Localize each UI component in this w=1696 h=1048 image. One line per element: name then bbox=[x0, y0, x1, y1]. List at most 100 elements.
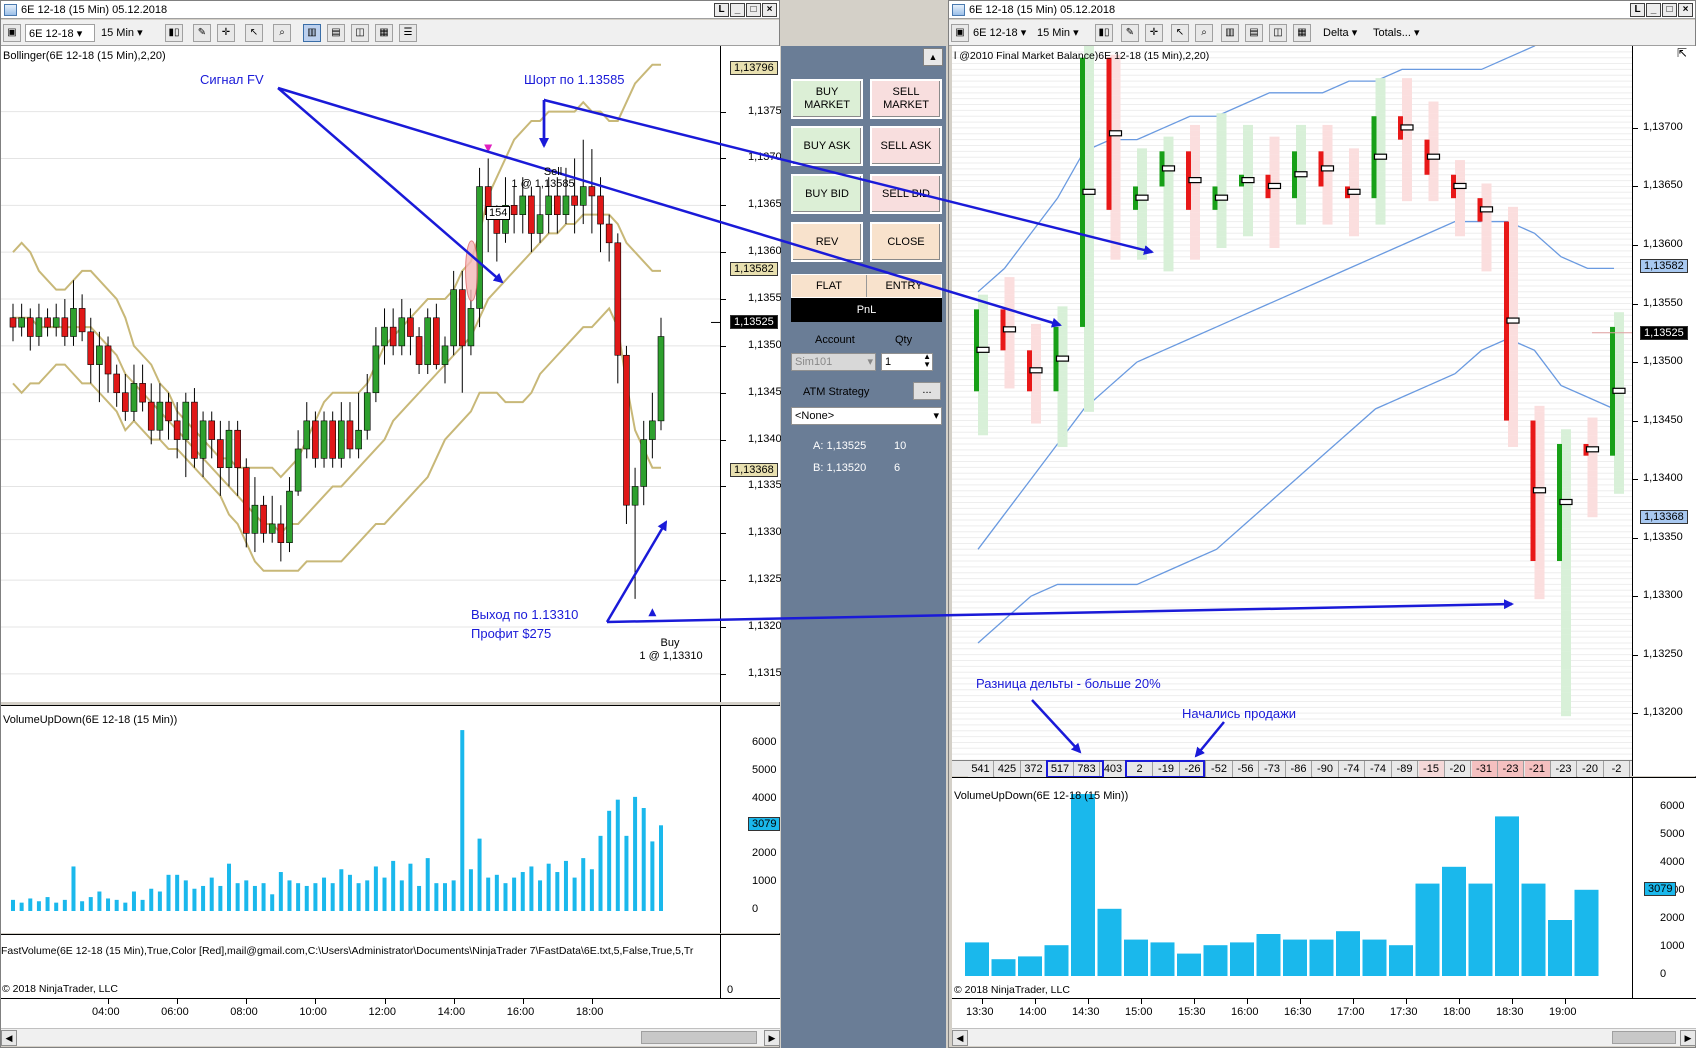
maximize-button[interactable]: □ bbox=[746, 3, 761, 17]
link-button[interactable]: L bbox=[714, 3, 729, 17]
panel-scroll-up[interactable]: ▲ bbox=[923, 48, 943, 66]
collapse-icon[interactable]: ⇱ bbox=[1677, 46, 1693, 62]
candle-body bbox=[562, 195, 570, 215]
close-window-button[interactable]: × bbox=[1678, 3, 1693, 17]
footprint-cell bbox=[1137, 148, 1147, 155]
left-hscrollbar[interactable]: ◀ ▶ bbox=[1, 1028, 780, 1046]
footprint-cell bbox=[978, 423, 988, 430]
draw-pencil-icon[interactable]: ✎ bbox=[193, 24, 211, 42]
minimize-button[interactable]: _ bbox=[730, 3, 745, 17]
right-hscrollbar[interactable]: ◀ ▶ bbox=[952, 1028, 1696, 1046]
zoom-icon[interactable]: ⌕ bbox=[1195, 24, 1213, 42]
volume-bar bbox=[607, 810, 612, 911]
buy-market-button[interactable]: BUY MARKET bbox=[791, 79, 863, 119]
footprint-cell bbox=[1375, 130, 1386, 137]
bar-type-icon[interactable]: ▮▯ bbox=[1095, 24, 1113, 42]
footprint-cell bbox=[1296, 160, 1306, 167]
footprint-cell bbox=[1481, 201, 1492, 208]
footprint-cell bbox=[1084, 241, 1094, 248]
footprint-cell bbox=[1163, 183, 1174, 190]
qty-stepper-icon[interactable]: ▲ ▼ bbox=[923, 353, 931, 369]
qty-input[interactable]: 1 ▲ ▼ bbox=[881, 353, 933, 371]
pointer-icon[interactable]: ↖ bbox=[1171, 24, 1189, 42]
delta-select[interactable]: Delta ▾ bbox=[1323, 24, 1357, 42]
right-instrument-select[interactable]: 6E 12-18 ▾ bbox=[973, 24, 1033, 42]
indicators-icon[interactable]: ◫ bbox=[351, 24, 369, 42]
footprint-cell bbox=[1534, 558, 1545, 565]
delta-cell: -73 bbox=[1259, 761, 1286, 777]
minimize-button[interactable]: _ bbox=[1646, 3, 1661, 17]
footprint-cell bbox=[1084, 95, 1094, 102]
scroll-right-arrow[interactable]: ▶ bbox=[764, 1030, 780, 1046]
left-instrument-select[interactable]: 6E 12-18 ▾ bbox=[25, 24, 95, 42]
volume-bar bbox=[80, 901, 85, 911]
sell-market-button[interactable]: SELL MARKET bbox=[870, 79, 942, 119]
footprint-cell bbox=[1534, 575, 1545, 582]
scroll-left-arrow[interactable]: ◀ bbox=[1, 1030, 17, 1046]
bar-type-icon[interactable]: ▮▯ bbox=[165, 24, 183, 42]
footprint-cell bbox=[1561, 593, 1571, 600]
link-button[interactable]: L bbox=[1630, 3, 1645, 17]
candle-body bbox=[130, 383, 138, 412]
strategies-icon[interactable]: ▦ bbox=[1293, 24, 1311, 42]
poc-box bbox=[1506, 317, 1520, 324]
close-window-button[interactable]: × bbox=[762, 3, 777, 17]
delta-cell: -89 bbox=[1392, 761, 1418, 777]
left-interval-select[interactable]: 15 Min ▾ bbox=[101, 24, 161, 42]
candle-body bbox=[277, 523, 285, 543]
volume-bar bbox=[1574, 889, 1599, 976]
sell-ask-button[interactable]: SELL ASK bbox=[870, 126, 942, 166]
footprint-cell bbox=[1216, 230, 1227, 237]
sell-bid-button[interactable]: SELL BID bbox=[870, 174, 942, 214]
y-axis-tick bbox=[721, 627, 726, 629]
right-volume-pane[interactable]: VolumeUpDown(6E 12-18 (15 Min)) © 2018 N… bbox=[952, 777, 1632, 998]
poc-box bbox=[1188, 177, 1202, 184]
close-position-button[interactable]: CLOSE bbox=[870, 222, 942, 262]
footprint-cell bbox=[1216, 224, 1227, 231]
volume-bar bbox=[650, 841, 655, 911]
right-interval-select[interactable]: 15 Min ▾ bbox=[1037, 24, 1091, 42]
data-box-icon[interactable]: ▤ bbox=[1245, 24, 1263, 42]
indicators-icon[interactable]: ◫ bbox=[1269, 24, 1287, 42]
data-box-icon[interactable]: ▤ bbox=[327, 24, 345, 42]
footprint-cell bbox=[1137, 247, 1147, 254]
scroll-thumb[interactable] bbox=[641, 1031, 757, 1044]
ask-size: 10 bbox=[894, 440, 907, 452]
y-axis-tick bbox=[1633, 186, 1638, 188]
new-chart-icon[interactable]: ▣ bbox=[951, 24, 969, 42]
zoom-icon[interactable]: ⌕ bbox=[273, 24, 291, 42]
footprint-cell bbox=[1561, 493, 1571, 500]
left-price-pane[interactable]: Bollinger(6E 12-18 (15 Min),2,20) bbox=[1, 46, 720, 702]
candle-body bbox=[649, 420, 656, 440]
pointer-icon[interactable]: ↖ bbox=[245, 24, 263, 42]
atm-more-button[interactable]: ... bbox=[913, 382, 941, 400]
candle-body bbox=[554, 195, 561, 215]
footprint-cell bbox=[1004, 341, 1015, 348]
rev-button[interactable]: REV bbox=[791, 222, 863, 262]
footprint-cell bbox=[978, 306, 988, 313]
chart-trader-icon[interactable]: ▥ bbox=[303, 24, 321, 42]
strategies-icon[interactable]: ▦ bbox=[375, 24, 393, 42]
properties-icon[interactable]: ☰ bbox=[399, 24, 417, 42]
volume-bar bbox=[633, 796, 638, 911]
footprint-cell bbox=[1561, 628, 1571, 635]
account-select[interactable]: Sim101 ▾ bbox=[791, 353, 876, 371]
crosshair-icon[interactable]: ✛ bbox=[1145, 24, 1163, 42]
chart-trader-icon[interactable]: ▥ bbox=[1221, 24, 1239, 42]
buy-bid-button[interactable]: BUY BID bbox=[791, 174, 863, 214]
scroll-thumb[interactable] bbox=[1612, 1031, 1676, 1044]
left-volume-pane[interactable]: VolumeUpDown(6E 12-18 (15 Min)) bbox=[1, 705, 720, 933]
crosshair-icon[interactable]: ✛ bbox=[217, 24, 235, 42]
buy-ask-button[interactable]: BUY ASK bbox=[791, 126, 863, 166]
right-price-pane[interactable]: l @2010 Final Market Balance)6E 12-18 (1… bbox=[952, 46, 1632, 760]
scroll-right-arrow[interactable]: ▶ bbox=[1680, 1030, 1696, 1046]
totals-select[interactable]: Totals... ▾ bbox=[1373, 24, 1419, 42]
atm-strategy-select[interactable]: <None> ▾ bbox=[791, 407, 942, 425]
draw-pencil-icon[interactable]: ✎ bbox=[1121, 24, 1139, 42]
left-fastvol-pane[interactable]: FastVolume(6E 12-18 (15 Min),True,Color … bbox=[1, 934, 720, 998]
footprint-cell bbox=[1481, 236, 1492, 243]
scroll-left-arrow[interactable]: ◀ bbox=[952, 1030, 968, 1046]
footprint-cell bbox=[1084, 72, 1094, 79]
new-chart-icon[interactable]: ▣ bbox=[3, 24, 21, 42]
maximize-button[interactable]: □ bbox=[1662, 3, 1677, 17]
